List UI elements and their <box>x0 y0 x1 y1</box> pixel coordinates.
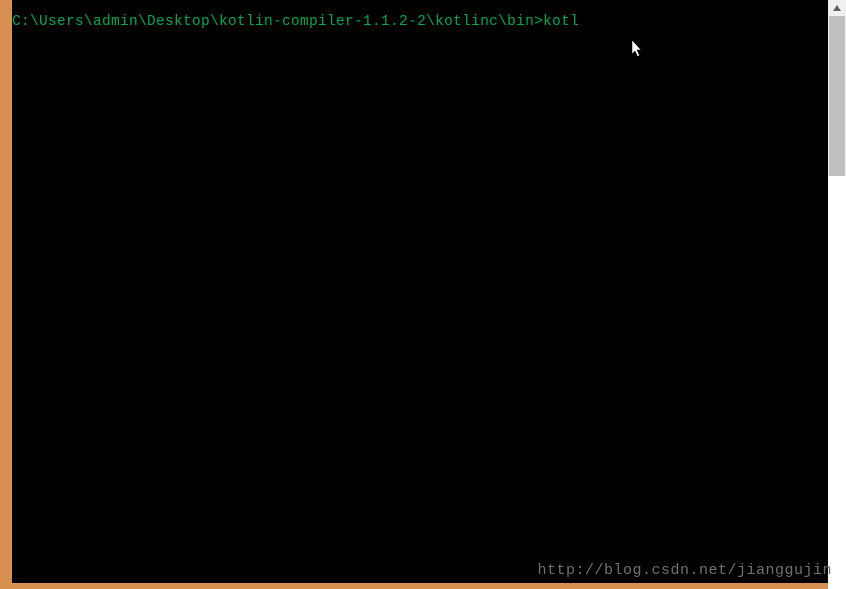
terminal-content-area[interactable]: C:\Users\admin\Desktop\kotlin-compiler-1… <box>12 0 812 583</box>
scrollbar-thumb[interactable] <box>829 16 845 176</box>
scrollbar-lower-track[interactable] <box>828 176 846 589</box>
watermark-text: http://blog.csdn.net/jianggujin <box>537 562 832 579</box>
terminal-window[interactable]: C:\Users\admin\Desktop\kotlin-compiler-1… <box>12 0 834 583</box>
scrollbar-up-arrow-icon[interactable] <box>828 0 846 16</box>
typed-command: kotl <box>543 14 579 30</box>
window-frame: C:\Users\admin\Desktop\kotlin-compiler-1… <box>0 0 846 589</box>
command-prompt-line: C:\Users\admin\Desktop\kotlin-compiler-1… <box>12 14 812 30</box>
prompt-path: C:\Users\admin\Desktop\kotlin-compiler-1… <box>12 14 543 30</box>
scrollbar-track[interactable] <box>828 0 846 589</box>
